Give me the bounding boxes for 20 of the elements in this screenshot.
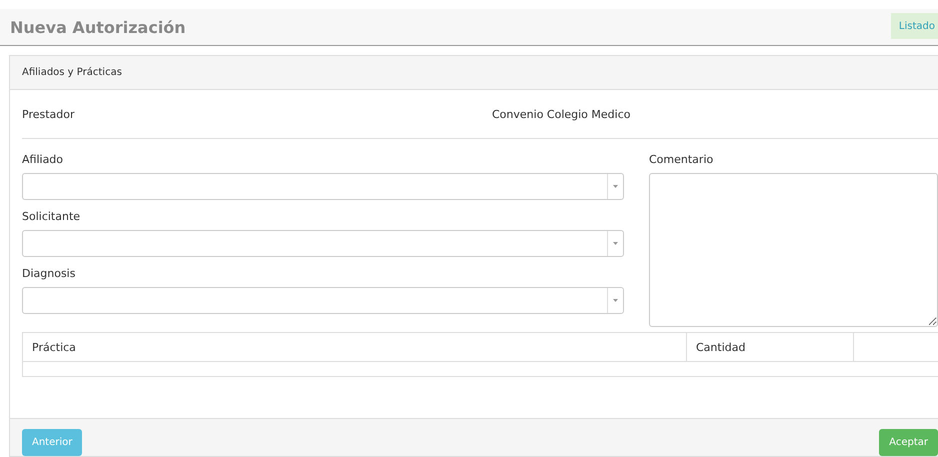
page-title: Nueva Autorización bbox=[10, 18, 186, 36]
field-label: Afiliado bbox=[22, 153, 64, 166]
list-button[interactable]: Listado bbox=[890, 13, 938, 39]
select-field[interactable] bbox=[22, 287, 624, 314]
column-header: Cantidad bbox=[687, 333, 854, 361]
field-label: Diagnosis bbox=[22, 267, 76, 280]
caret-icon bbox=[613, 299, 618, 302]
select-field[interactable] bbox=[22, 173, 624, 200]
provider-label: Prestador bbox=[22, 108, 76, 120]
caret-icon bbox=[613, 185, 618, 188]
field-label: Comentario bbox=[649, 153, 714, 166]
panel-title: Afiliados y Prácticas bbox=[22, 67, 122, 78]
provider-value: Convenio Colegio Medico bbox=[492, 108, 630, 120]
field-label: Solicitante bbox=[22, 210, 80, 223]
back-button[interactable]: Anterior bbox=[22, 429, 82, 456]
caret-icon bbox=[613, 242, 618, 245]
comment-field[interactable] bbox=[649, 173, 938, 327]
select-field[interactable] bbox=[22, 230, 624, 257]
accept-button[interactable]: Aceptar bbox=[879, 429, 938, 456]
column-header: Práctica bbox=[23, 333, 687, 361]
